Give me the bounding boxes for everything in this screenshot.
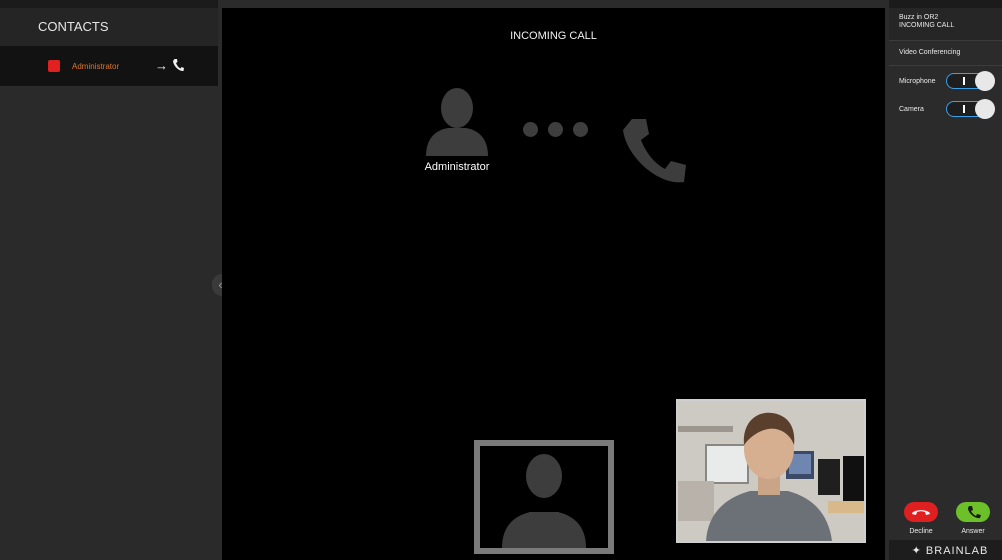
answer-button[interactable]	[956, 502, 990, 522]
self-video-preview	[474, 440, 614, 554]
contact-item[interactable]: Administrator →	[0, 46, 218, 86]
toggle-knob	[975, 99, 995, 119]
toggle-on-mark	[963, 105, 965, 113]
phone-icon[interactable]	[172, 58, 184, 77]
phone-icon	[968, 506, 981, 519]
caller-avatar-icon	[424, 86, 490, 161]
brand-name: BRAINLAB	[925, 545, 989, 557]
connecting-dot-icon	[523, 122, 538, 137]
section-title: Video Conferencing	[899, 49, 961, 56]
contacts-header: CONTACTS	[0, 8, 218, 46]
contact-status-indicator	[48, 60, 60, 72]
call-state-text: INCOMING CALL	[899, 22, 955, 29]
contacts-panel: CONTACTS Administrator →	[0, 0, 218, 560]
remote-video-feed	[676, 399, 866, 543]
call-status-title: INCOMING CALL	[510, 30, 597, 42]
brand-mark-icon: ✦	[911, 545, 922, 557]
phone-icon	[620, 116, 688, 191]
divider	[889, 65, 1002, 66]
decline-label: Decline	[909, 528, 933, 535]
hangup-icon	[912, 510, 930, 515]
connecting-dot-icon	[573, 122, 588, 137]
brand-logo: ✦ BRAINLAB	[900, 542, 1000, 560]
microphone-label: Microphone	[899, 78, 936, 85]
arrow-right-icon: →	[155, 58, 168, 73]
microphone-toggle[interactable]	[946, 71, 995, 91]
caller-name: Administrator	[424, 161, 490, 173]
camera-toggle[interactable]	[946, 99, 995, 119]
answer-label: Answer	[961, 528, 985, 535]
toggle-knob	[975, 71, 995, 91]
contact-name: Administrator	[72, 61, 120, 71]
decline-button[interactable]	[904, 502, 938, 522]
connecting-dot-icon	[548, 122, 563, 137]
camera-label: Camera	[899, 106, 924, 113]
toggle-on-mark	[963, 77, 965, 85]
call-area: INCOMING CALL Administrator	[222, 8, 885, 560]
remote-participant-image	[678, 401, 864, 541]
user-silhouette-icon	[502, 454, 586, 548]
call-status-box: Buzz in OR2 INCOMING CALL	[889, 8, 1002, 40]
room-status-text: Buzz in OR2	[899, 14, 939, 21]
